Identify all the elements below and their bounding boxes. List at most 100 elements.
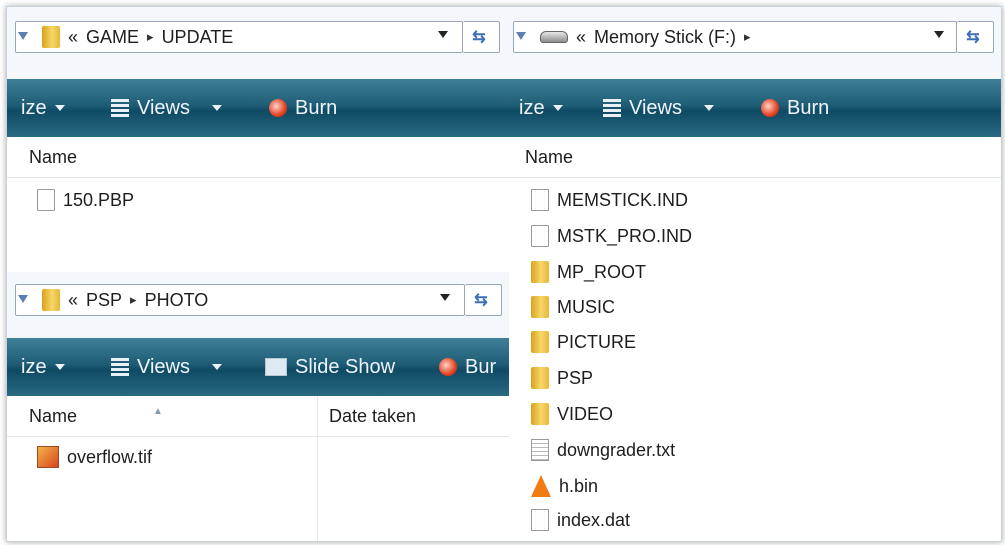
file-row[interactable]: overflow.tif [37,442,152,472]
folder-icon [42,26,60,48]
organize-button[interactable]: ize [519,79,563,137]
folder-name: VIDEO [557,403,614,424]
command-toolbar: ize Views Burn [509,79,1001,137]
file-icon [531,225,549,247]
refresh-box: ⇆ [463,21,500,53]
breadcrumb-arrow-icon[interactable]: ▸ [130,292,137,308]
folder-icon [531,367,549,389]
breadcrumb-item-photo[interactable]: PHOTO [145,290,209,311]
column-header-date-taken[interactable]: Date taken [329,406,416,427]
folder-icon [531,261,549,283]
address-dropdown-icon[interactable] [934,31,944,38]
folder-icon [531,403,549,425]
chevron-down-icon [704,105,714,111]
breadcrumb-overflow-chevron[interactable]: « [68,290,78,311]
screenshot-frame: « GAME ▸ UPDATE ⇆ ize Views Burn Name 15… [6,6,1002,542]
explorer-window-psp-photo: « PSP ▸ PHOTO ⇆ ize Views Slide Show Bur… [7,272,509,541]
breadcrumb-item-game[interactable]: GAME [86,27,139,48]
drive-icon [540,31,568,43]
address-bar[interactable]: « Memory Stick (F:) ▸ [513,21,957,53]
views-label: Views [137,355,190,378]
command-toolbar: ize Views Slide Show Bur [7,338,509,396]
slideshow-label: Slide Show [295,355,396,378]
column-divider[interactable] [317,396,318,541]
slideshow-icon [265,358,287,376]
breadcrumb-item-psp[interactable]: PSP [86,290,122,311]
file-row[interactable]: MEMSTICK.IND [531,185,688,215]
image-file-icon [37,446,59,468]
vlc-cone-icon [531,475,551,497]
breadcrumb-overflow-chevron[interactable]: « [68,27,78,48]
column-header-row: Name [509,137,1001,178]
column-header-name[interactable]: Name [29,406,77,427]
address-dropdown-icon[interactable] [440,294,450,301]
file-row[interactable]: index.dat [531,505,630,535]
burn-label: Burn [295,96,338,119]
file-name: index.dat [557,509,631,530]
address-bar-row: « GAME ▸ UPDATE ⇆ [7,7,509,79]
breadcrumb-item-update[interactable]: UPDATE [162,27,234,48]
views-button[interactable]: Views [111,338,222,396]
folder-row[interactable]: PICTURE [531,327,636,357]
folder-name: PSP [557,367,594,388]
breadcrumb-arrow-icon[interactable]: ▸ [744,29,751,45]
breadcrumb: « PSP ▸ PHOTO [42,285,208,315]
views-button[interactable]: Views [111,79,222,137]
refresh-icon[interactable]: ⇆ [957,22,989,52]
address-bar[interactable]: « PSP ▸ PHOTO [15,284,465,316]
address-history-arrow-icon[interactable] [18,295,28,303]
address-history-arrow-icon[interactable] [516,32,526,40]
organize-button[interactable]: ize [21,79,65,137]
burn-label: Bur [465,355,497,378]
refresh-icon[interactable]: ⇆ [465,285,497,315]
breadcrumb-arrow-icon[interactable]: ▸ [147,29,154,45]
refresh-icon[interactable]: ⇆ [463,22,495,52]
views-button[interactable]: Views [603,79,714,137]
column-header-name[interactable]: Name [525,147,573,168]
burn-button[interactable]: Burn [269,79,337,137]
file-name: MSTK_PRO.IND [557,225,693,246]
chevron-down-icon [212,364,222,370]
file-row[interactable]: MSTK_PRO.IND [531,221,692,251]
folder-row[interactable]: MP_ROOT [531,257,646,287]
address-dropdown-icon[interactable] [438,31,448,38]
views-icon [603,99,621,117]
address-bar-row: « PSP ▸ PHOTO ⇆ [7,272,509,342]
breadcrumb: « Memory Stick (F:) ▸ [540,22,751,52]
address-bar[interactable]: « GAME ▸ UPDATE [15,21,463,53]
folder-row[interactable]: MUSIC [531,292,615,322]
folder-icon [531,331,549,353]
burn-button[interactable]: Burn [761,79,829,137]
chevron-down-icon [54,105,65,111]
folder-row[interactable]: PSP [531,363,593,393]
folder-icon [531,296,549,318]
file-row[interactable]: 150.PBP [37,185,134,215]
file-name: h.bin [559,475,599,496]
breadcrumb-overflow-chevron[interactable]: « [576,27,586,48]
views-label: Views [629,96,682,119]
file-row[interactable]: downgrader.txt [531,435,675,465]
refresh-box: ⇆ [465,284,502,316]
slideshow-button[interactable]: Slide Show [265,338,395,396]
breadcrumb-item-memory-stick[interactable]: Memory Stick (F:) [594,27,736,48]
folder-row[interactable]: VIDEO [531,399,613,429]
column-header-row: ▲ Name Date taken [7,396,509,437]
explorer-window-game-update: « GAME ▸ UPDATE ⇆ ize Views Burn Name 15… [7,7,509,272]
burn-button[interactable]: Bur [439,338,496,396]
organize-label: ize [21,355,47,378]
file-icon [37,189,55,211]
file-name: downgrader.txt [557,439,676,460]
chevron-down-icon [552,105,563,111]
organize-button[interactable]: ize [21,338,65,396]
burn-label: Burn [787,96,830,119]
file-row[interactable]: h.bin [531,471,598,501]
column-header-row: Name [7,137,509,178]
burn-icon [269,99,287,117]
folder-name: PICTURE [557,331,637,352]
address-bar-row: « Memory Stick (F:) ▸ ⇆ [509,7,1001,79]
column-header-name[interactable]: Name [29,147,77,168]
file-icon [531,509,549,531]
chevron-down-icon [54,364,65,370]
breadcrumb: « GAME ▸ UPDATE [42,22,233,52]
address-history-arrow-icon[interactable] [18,32,28,40]
